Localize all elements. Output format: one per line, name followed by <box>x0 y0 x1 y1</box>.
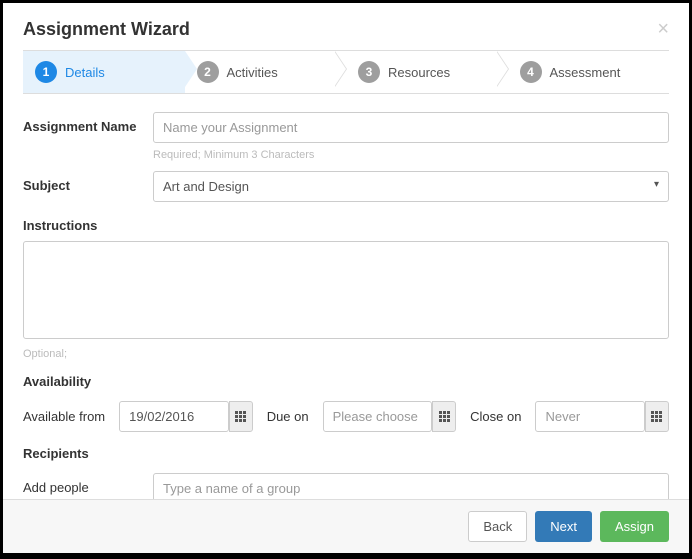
tab-label: Activities <box>227 65 278 80</box>
tab-label: Resources <box>388 65 450 80</box>
due-on-calendar-button[interactable] <box>432 401 456 432</box>
instructions-hint: Optional; <box>23 348 669 360</box>
dialog-title: Assignment Wizard <box>23 19 190 40</box>
due-on-input[interactable] <box>323 401 432 432</box>
step-number: 2 <box>197 61 219 83</box>
instructions-textarea[interactable] <box>23 241 669 339</box>
dialog-footer: Back Next Assign <box>3 499 689 553</box>
assignment-name-input[interactable] <box>153 112 669 143</box>
available-from-label: Available from <box>23 409 105 424</box>
subject-label: Subject <box>23 171 153 193</box>
assignment-name-hint: Required; Minimum 3 Characters <box>153 149 669 161</box>
step-number: 3 <box>358 61 380 83</box>
assign-button[interactable]: Assign <box>600 511 669 542</box>
assignment-name-label: Assignment Name <box>23 112 153 134</box>
close-icon[interactable]: × <box>657 19 669 39</box>
calendar-icon <box>651 411 662 422</box>
wizard-steps: 1 Details 2 Activities 3 Resources 4 Ass… <box>23 50 669 94</box>
add-people-label: Add people <box>23 473 153 495</box>
add-people-input[interactable] <box>153 473 669 499</box>
step-number: 1 <box>35 61 57 83</box>
close-on-label: Close on <box>470 409 521 424</box>
close-on-calendar-button[interactable] <box>645 401 669 432</box>
available-from-input[interactable] <box>119 401 228 432</box>
close-on-input[interactable] <box>535 401 644 432</box>
subject-select[interactable]: Art and Design <box>153 171 669 202</box>
due-on-label: Due on <box>267 409 309 424</box>
calendar-icon <box>439 411 450 422</box>
tab-assessment[interactable]: 4 Assessment <box>508 51 670 93</box>
instructions-label: Instructions <box>23 208 669 241</box>
step-number: 4 <box>520 61 542 83</box>
tab-label: Details <box>65 65 105 80</box>
back-button[interactable]: Back <box>468 511 527 542</box>
availability-heading: Availability <box>23 374 669 389</box>
tab-resources[interactable]: 3 Resources <box>346 51 508 93</box>
recipients-heading: Recipients <box>23 446 669 461</box>
available-from-calendar-button[interactable] <box>229 401 253 432</box>
next-button[interactable]: Next <box>535 511 592 542</box>
tab-label: Assessment <box>550 65 621 80</box>
dialog-header: Assignment Wizard × <box>3 3 689 50</box>
tab-details[interactable]: 1 Details <box>23 51 185 93</box>
assignment-wizard-dialog: Assignment Wizard × 1 Details 2 Activiti… <box>3 3 689 553</box>
calendar-icon <box>235 411 246 422</box>
form-body: Assignment Name Required; Minimum 3 Char… <box>3 94 689 499</box>
tab-activities[interactable]: 2 Activities <box>185 51 347 93</box>
